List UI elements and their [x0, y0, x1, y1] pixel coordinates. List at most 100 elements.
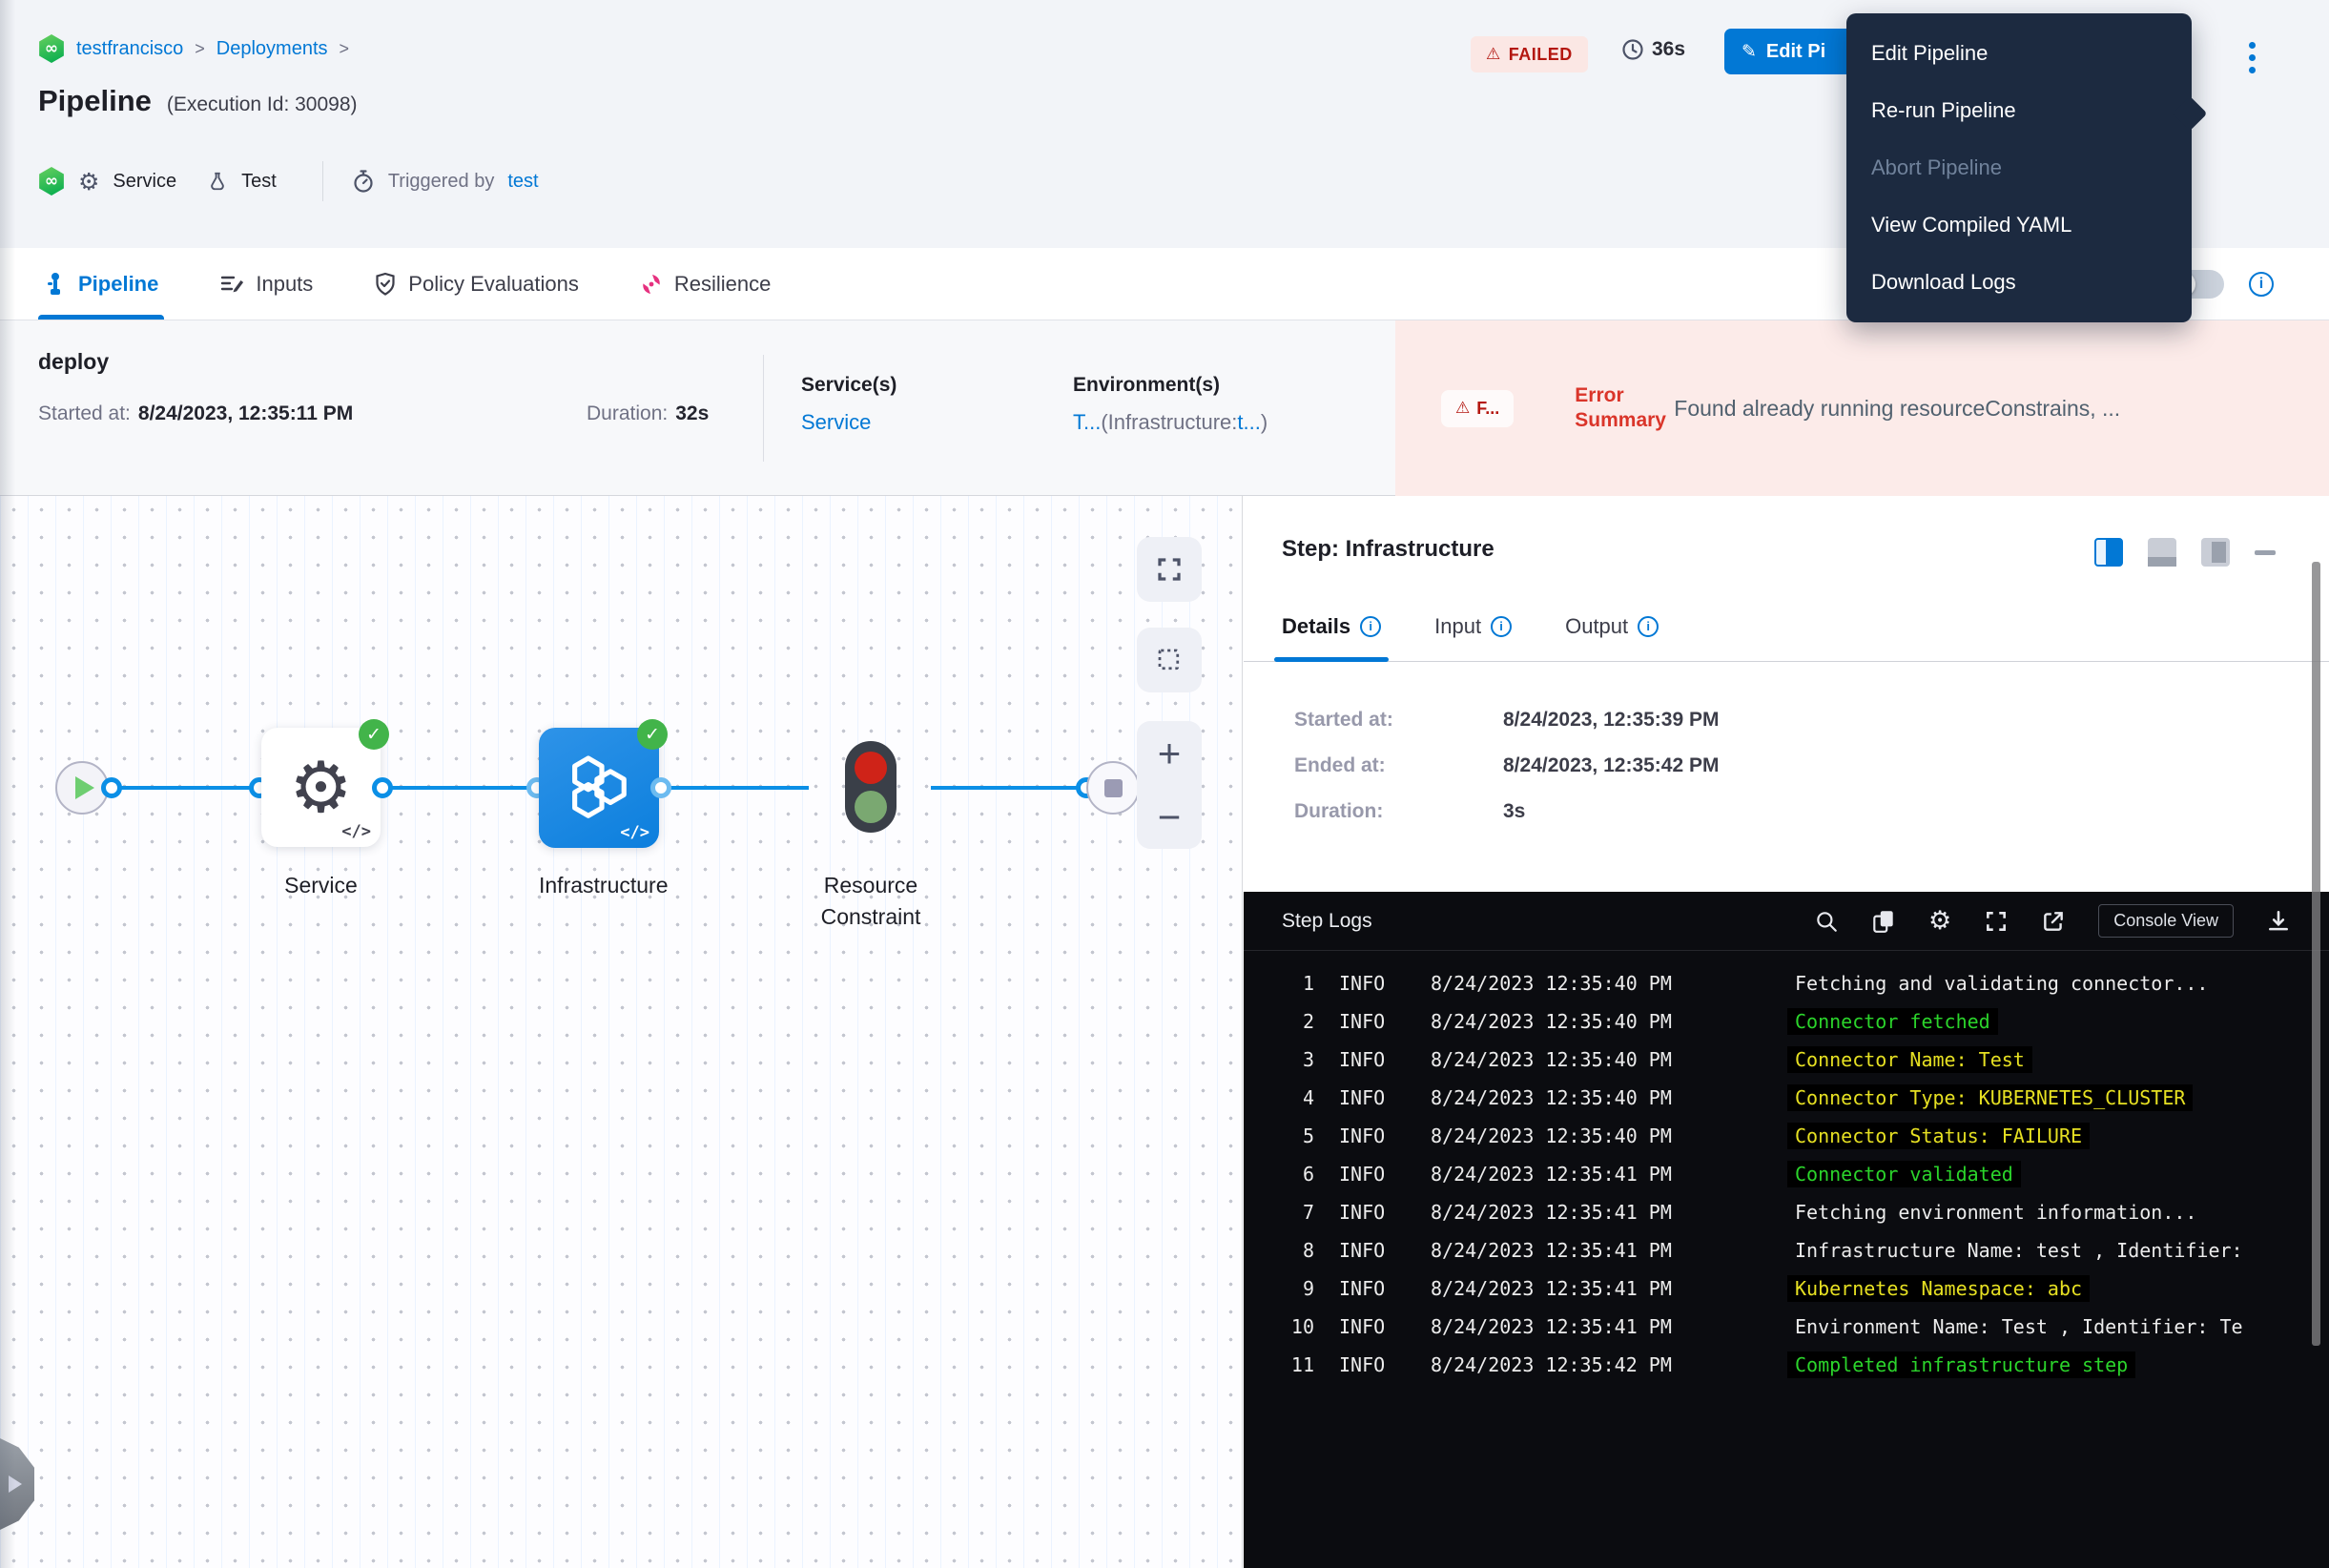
node-service[interactable]: ⚙ </> ✓ — [261, 728, 381, 847]
node-infrastructure[interactable]: </> ✓ — [539, 728, 659, 848]
environment-link[interactable]: T... — [1073, 410, 1101, 434]
layout-bottom-view-button[interactable] — [2148, 538, 2176, 567]
fullscreen-icon — [1155, 555, 1184, 584]
status-badge: ⚠ FAILED — [1471, 36, 1588, 72]
end-node[interactable] — [1086, 761, 1140, 815]
stop-icon — [1104, 779, 1123, 797]
menu-item[interactable]: Abort Pipeline — [1846, 139, 2192, 196]
info-icon[interactable]: i — [2249, 272, 2274, 297]
environments-column: Environment(s) T...(Infrastructure:t...) — [1073, 374, 1268, 435]
stage-name[interactable]: deploy — [38, 349, 109, 375]
tab-output[interactable]: Output i — [1565, 591, 1659, 661]
log-message: Connector Status: FAILURE — [1787, 1123, 2090, 1149]
pipeline-graph-canvas[interactable]: ⚙ </> ✓ Service </> ✓ Infrastructure Res… — [0, 496, 1243, 1568]
edge — [112, 786, 259, 790]
log-line: 1 INFO 8/24/2023 12:35:40 PM Fetching an… — [1244, 964, 2329, 1002]
log-message: Connector Type: KUBERNETES_CLUSTER — [1787, 1084, 2193, 1111]
tab-details[interactable]: Details i — [1282, 591, 1381, 661]
log-line: 11 INFO 8/24/2023 12:35:42 PM Completed … — [1244, 1346, 2329, 1384]
log-message: Kubernetes Namespace: abc — [1787, 1275, 2090, 1302]
harness-cd-icon: ∞ — [38, 34, 65, 63]
inputs-icon — [219, 273, 244, 296]
gear-icon: ⚙ — [78, 168, 99, 196]
info-icon[interactable]: i — [1360, 616, 1381, 637]
log-line-number: 7 — [1244, 1201, 1314, 1224]
download-logs-icon[interactable] — [2266, 909, 2291, 934]
environment-name[interactable]: Test — [241, 171, 277, 193]
panel-scrollbar[interactable] — [2312, 562, 2320, 1346]
error-summary-bar: ⚠ F... Error Summary Found already runni… — [1395, 320, 2329, 496]
step-panel-title: Step: Infrastructure — [1282, 536, 1494, 563]
menu-item[interactable]: Download Logs — [1846, 254, 2192, 311]
menu-item[interactable]: View Compiled YAML — [1846, 196, 2192, 254]
console-view-button[interactable]: Console View — [2098, 904, 2234, 938]
breadcrumb-deployments[interactable]: Deployments — [216, 38, 328, 60]
open-external-icon[interactable] — [2041, 909, 2066, 934]
stage-info-bar: deploy Started at: 8/24/2023, 12:35:11 P… — [0, 320, 2329, 496]
expand-left-panel-handle[interactable] — [0, 1438, 34, 1530]
layout-split-view-button[interactable] — [2094, 538, 2123, 567]
code-icon: </> — [620, 823, 649, 842]
port — [101, 777, 122, 798]
log-level: INFO — [1339, 1315, 1400, 1338]
log-line-number: 2 — [1244, 1010, 1314, 1033]
pencil-icon: ✎ — [1742, 41, 1757, 62]
play-icon — [75, 776, 94, 799]
fullscreen-icon[interactable] — [1984, 909, 2009, 934]
canvas-fullscreen-button[interactable] — [1137, 537, 1202, 602]
gear-icon: ⚙ — [289, 753, 352, 823]
triggered-by-label: Triggered by — [388, 171, 495, 193]
info-icon[interactable]: i — [1638, 616, 1659, 637]
detail-row: Duration: 3s — [1294, 797, 1720, 826]
port — [650, 777, 671, 798]
error-summary-message: Found already running resourceConstrains… — [1674, 396, 2329, 422]
stage-started: Started at: 8/24/2023, 12:35:11 PM — [38, 402, 353, 425]
tab-pipeline[interactable]: Pipeline — [44, 248, 158, 320]
menu-item[interactable]: Re-run Pipeline — [1846, 82, 2192, 139]
log-line-number: 3 — [1244, 1048, 1314, 1071]
warning-icon: ⚠ — [1486, 45, 1501, 64]
node-resource-constraint[interactable] — [845, 741, 897, 833]
service-link[interactable]: Service — [801, 410, 871, 434]
search-icon[interactable] — [1814, 909, 1839, 934]
menu-item[interactable]: Edit Pipeline — [1846, 25, 2192, 82]
info-icon[interactable]: i — [1491, 616, 1512, 637]
log-level: INFO — [1339, 1353, 1400, 1376]
zoom-out-button[interactable]: − — [1158, 797, 1182, 837]
log-line-number: 11 — [1244, 1353, 1314, 1376]
copy-icon[interactable] — [1871, 908, 1896, 935]
services-column: Service(s) Service — [801, 374, 897, 435]
page-title: Pipeline — [38, 84, 152, 118]
log-line: 2 INFO 8/24/2023 12:35:40 PM Connector f… — [1244, 1002, 2329, 1041]
tab-policy-evaluations[interactable]: Policy Evaluations — [374, 248, 579, 320]
breadcrumb-project[interactable]: testfrancisco — [76, 38, 183, 60]
step-logs-panel: Step Logs ⚙ — [1244, 892, 2329, 1568]
warning-icon: ⚠ — [1455, 399, 1470, 418]
detail-row: Started at: 8/24/2023, 12:35:39 PM — [1294, 706, 1720, 734]
triggered-by-user[interactable]: test — [507, 171, 538, 193]
layout-right-view-button[interactable] — [2201, 538, 2230, 567]
more-options-button[interactable] — [2243, 38, 2260, 76]
clock-icon — [1621, 38, 1644, 61]
log-line-number: 5 — [1244, 1124, 1314, 1147]
canvas-zoom-controls[interactable]: + − — [1137, 721, 1202, 849]
log-level: INFO — [1339, 1086, 1400, 1109]
node-label-service: Service — [261, 870, 381, 901]
minimize-panel-button[interactable] — [2255, 550, 2276, 555]
log-lines[interactable]: 1 INFO 8/24/2023 12:35:40 PM Fetching an… — [1244, 964, 2329, 1384]
environment-icon — [207, 170, 228, 193]
log-message: Connector fetched — [1787, 1008, 1998, 1035]
tab-input[interactable]: Input i — [1434, 591, 1512, 661]
canvas-select-button[interactable] — [1137, 628, 1202, 692]
settings-gear-icon[interactable]: ⚙ — [1928, 908, 1951, 934]
log-line: 8 INFO 8/24/2023 12:35:41 PM Infrastruct… — [1244, 1231, 2329, 1269]
log-line-number: 8 — [1244, 1239, 1314, 1262]
zoom-in-button[interactable]: + — [1158, 733, 1182, 774]
tab-inputs[interactable]: Inputs — [219, 248, 313, 320]
infrastructure-link[interactable]: t... — [1237, 410, 1260, 434]
tab-resilience[interactable]: Resilience — [640, 248, 772, 320]
step-logs-header: Step Logs ⚙ — [1244, 892, 2329, 951]
green-light — [855, 791, 887, 823]
service-name[interactable]: Service — [113, 171, 176, 193]
log-line: 7 INFO 8/24/2023 12:35:41 PM Fetching en… — [1244, 1193, 2329, 1231]
